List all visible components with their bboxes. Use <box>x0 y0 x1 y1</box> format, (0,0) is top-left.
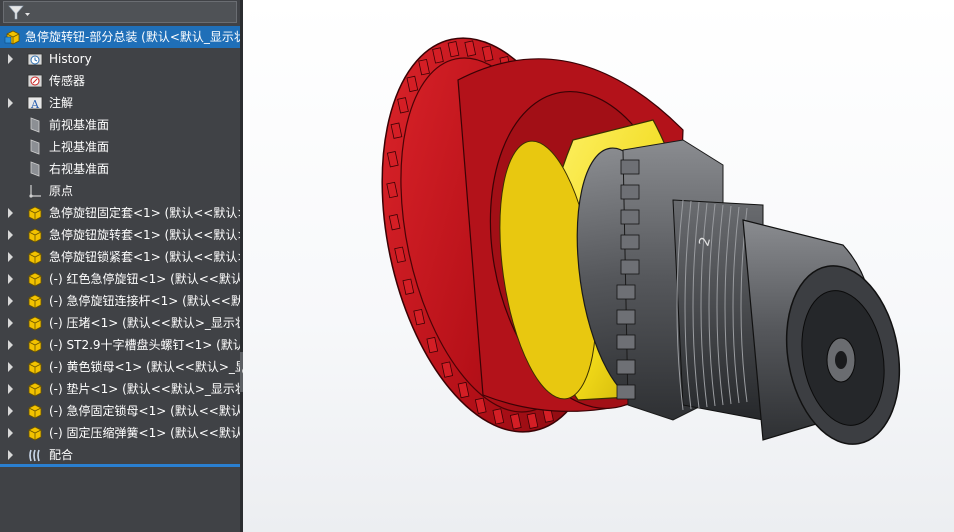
part-icon <box>28 294 42 309</box>
tree-item-label: (-) 黄色锁母<1> (默认<<默认>_显 <box>49 360 240 374</box>
nut-tooth <box>620 234 640 250</box>
emergency-stop-button-model: 2 <box>381 37 901 445</box>
tree-item-label: 急停旋钮锁紧套<1> (默认<<默认> <box>49 250 240 264</box>
tree-end-divider <box>0 464 240 467</box>
tree-item[interactable]: A 注解 <box>0 92 240 114</box>
expand-arrow-icon[interactable] <box>8 406 13 416</box>
part-icon <box>28 426 42 441</box>
tree-filter-bar[interactable] <box>3 1 237 23</box>
expand-arrow-icon[interactable] <box>8 54 13 64</box>
tree-item[interactable]: 急停旋钮固定套<1> (默认<<默认> <box>0 202 240 224</box>
tree-item-label: (-) 红色急停旋钮<1> (默认<<默认 <box>49 272 240 286</box>
svg-text:A: A <box>30 98 40 111</box>
tree-item[interactable]: 传感器 <box>0 70 240 92</box>
tree-item[interactable]: (-) 急停旋钮连接杆<1> (默认<<默 <box>0 290 240 312</box>
part-icon <box>28 272 42 287</box>
tree-item[interactable]: History <box>0 48 240 70</box>
tree-item[interactable]: 急停旋钮锁紧套<1> (默认<<默认> <box>0 246 240 268</box>
tree-item[interactable]: (-) 急停固定锁母<1> (默认<<默认 <box>0 400 240 422</box>
part-icon <box>28 206 42 221</box>
tree-item-label: 急停旋钮旋转套<1> (默认<<默认> <box>49 228 240 242</box>
tree-item-label: 原点 <box>49 184 74 198</box>
tree-item-label: 上视基准面 <box>49 140 110 154</box>
tree-item-label: (-) 急停旋钮连接杆<1> (默认<<默 <box>49 294 240 308</box>
nut-tooth <box>616 384 636 400</box>
tree-item-label: (-) 急停固定锁母<1> (默认<<默认 <box>49 404 240 418</box>
nut-tooth <box>616 284 636 300</box>
part-icon <box>28 404 42 419</box>
nut-tooth <box>620 209 640 225</box>
tree-item[interactable]: 配合 <box>0 444 240 466</box>
tree-item[interactable]: (-) 垫片<1> (默认<<默认>_显示状 <box>0 378 240 400</box>
filter-icon[interactable] <box>7 4 31 22</box>
expand-arrow-icon[interactable] <box>8 450 13 460</box>
part-icon <box>28 382 42 397</box>
expand-arrow-icon[interactable] <box>8 296 13 306</box>
mates-icon <box>29 449 40 462</box>
tree-item[interactable]: 原点 <box>0 180 240 202</box>
history-folder-icon <box>27 53 43 66</box>
part-icon <box>28 228 42 243</box>
expand-arrow-icon[interactable] <box>8 208 13 218</box>
sensor-icon <box>27 74 43 88</box>
tree-item[interactable]: (-) 压堵<1> (默认<<默认>_显示状 <box>0 312 240 334</box>
nut-tooth <box>620 259 640 275</box>
graphics-viewport[interactable]: 2 <box>243 0 954 532</box>
expand-arrow-icon[interactable] <box>8 252 13 262</box>
tree-item[interactable]: (-) 黄色锁母<1> (默认<<默认>_显 <box>0 356 240 378</box>
tree-item-label: 急停旋钮固定套<1> (默认<<默认> <box>49 206 240 220</box>
plane-icon <box>30 139 40 155</box>
nut-tooth <box>620 159 640 175</box>
part-icon <box>28 250 42 265</box>
tree-item-label: (-) 固定压缩弹簧<1> (默认<<默认 <box>49 426 240 440</box>
expand-arrow-icon[interactable] <box>8 274 13 284</box>
assembly-icon <box>4 30 20 45</box>
expand-arrow-icon[interactable] <box>8 384 13 394</box>
expand-arrow-icon[interactable] <box>8 98 13 108</box>
plane-icon <box>30 117 40 133</box>
tree-root-assembly[interactable]: 急停旋转钮-部分总装 (默认<默认_显示状 <box>0 26 240 48</box>
origin-icon <box>29 185 41 198</box>
feature-manager-tree: 急停旋转钮-部分总装 (默认<默认_显示状 History 传感器 A 注解前视基准面… <box>0 0 240 532</box>
tree-item-label: 右视基准面 <box>49 162 110 176</box>
annotation-icon: A <box>27 96 43 111</box>
part-icon <box>28 338 42 353</box>
tree-item-label: 前视基准面 <box>49 118 110 132</box>
expand-arrow-icon[interactable] <box>8 428 13 438</box>
nut-tooth <box>616 359 636 375</box>
tree-item[interactable]: 上视基准面 <box>0 136 240 158</box>
part-icon <box>28 360 42 375</box>
nut-tooth <box>616 334 636 350</box>
expand-arrow-icon[interactable] <box>8 318 13 328</box>
tree-item-label: 传感器 <box>49 74 86 88</box>
tree-item[interactable]: 右视基准面 <box>0 158 240 180</box>
tree-item[interactable]: (-) 固定压缩弹簧<1> (默认<<默认 <box>0 422 240 444</box>
nut-tooth <box>616 309 636 325</box>
tree-item-label: (-) 压堵<1> (默认<<默认>_显示状 <box>49 316 240 330</box>
tree-item-label: (-) ST2.9十字槽盘头螺钉<1> (默认 <box>49 338 240 352</box>
tree-item[interactable]: (-) ST2.9十字槽盘头螺钉<1> (默认 <box>0 334 240 356</box>
tree-item[interactable]: (-) 红色急停旋钮<1> (默认<<默认 <box>0 268 240 290</box>
plane-icon <box>30 161 40 177</box>
expand-arrow-icon[interactable] <box>8 340 13 350</box>
tree-item-label: 配合 <box>49 448 74 462</box>
nut-tooth <box>620 184 640 200</box>
tree-item-label: History <box>49 52 92 66</box>
expand-arrow-icon[interactable] <box>8 362 13 372</box>
tree-root-label: 急停旋转钮-部分总装 (默认<默认_显示状 <box>25 30 240 44</box>
tree-item[interactable]: 急停旋钮旋转套<1> (默认<<默认> <box>0 224 240 246</box>
tree-item[interactable]: 前视基准面 <box>0 114 240 136</box>
tree-item-label: 注解 <box>49 96 74 110</box>
expand-arrow-icon[interactable] <box>8 230 13 240</box>
tree-item-label: (-) 垫片<1> (默认<<默认>_显示状 <box>49 382 240 396</box>
part-icon <box>28 316 42 331</box>
